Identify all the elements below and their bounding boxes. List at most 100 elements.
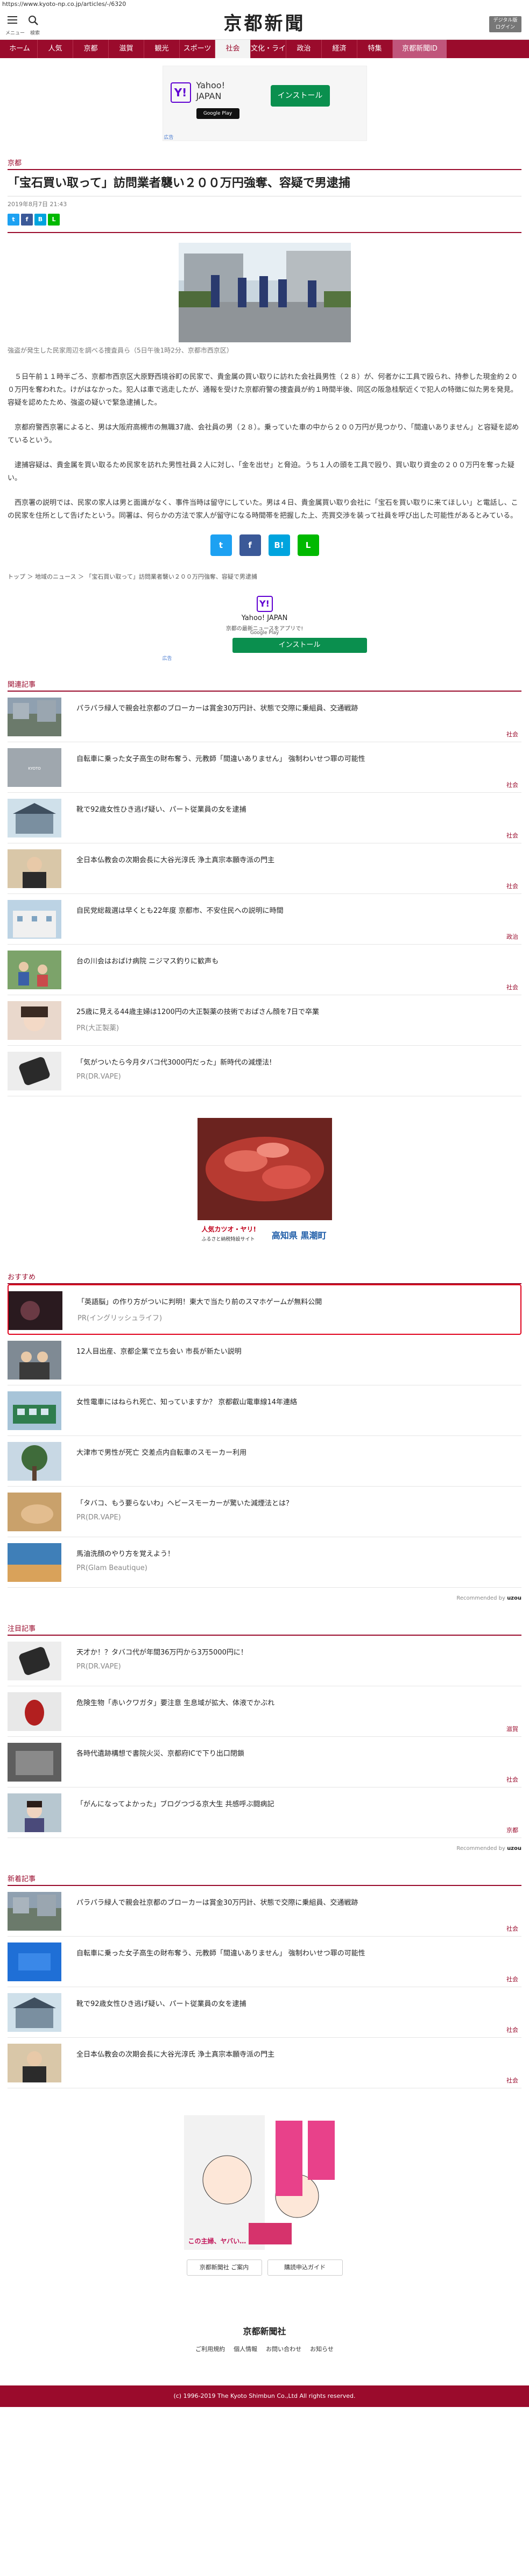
article-photo[interactable]	[178, 243, 351, 342]
attention-heading: 注目記事	[8, 1623, 521, 1636]
recommended-by-label: Recommended by	[456, 1846, 505, 1852]
thumbnail	[8, 1743, 61, 1782]
list-item[interactable]: 12人目出産、京都企業で立ち会い 市長が新たい説明	[8, 1335, 521, 1385]
list-item[interactable]: 自転車に乗った女子高生の財布奪う、元教師「間違いありません」 強制わいせつ罪の可…	[8, 1937, 521, 1987]
thumbnail	[8, 900, 61, 939]
nav-item[interactable]: 京都新聞ID	[393, 40, 447, 58]
list-item-title: 「タバコ、もう要らないわ」ヘビースモーカーが驚いた減煙法とは？	[76, 1500, 293, 1508]
facebook-share-icon[interactable]: f	[239, 534, 261, 556]
install-button[interactable]: インストール	[270, 85, 330, 107]
list-item-title: 「英語脳」の作り方がついに判明！東大で当たり前のスマホゲームが無料公開	[77, 1298, 322, 1306]
recommended-by[interactable]: Recommended by uzou	[8, 1846, 521, 1852]
list-item-sponsor: PR(大正製薬)	[76, 1024, 119, 1032]
ad-label: 広告	[162, 656, 172, 661]
list-item[interactable]: 「英語脳」の作り方がついに判明！東大で当たり前のスマホゲームが無料公開 PR(イン…	[8, 1284, 521, 1335]
nav-item[interactable]: 経済	[322, 40, 357, 58]
twitter-share-icon[interactable]: t	[210, 534, 232, 556]
recommended-by[interactable]: Recommended by uzou	[8, 1595, 521, 1601]
footer-link[interactable]: お問い合わせ	[266, 2346, 301, 2353]
footer-link[interactable]: ご利用規約	[195, 2346, 225, 2353]
list-item[interactable]: 危険生物「赤いクワガタ」要注意 生息域が拡大、体液でかぶれ 滋賀	[8, 1686, 521, 1737]
list-item[interactable]: 全日本仏教会の次期会長に大谷光淳氏 浄土真宗本願寺派の門主 社会	[8, 843, 521, 894]
nav-item[interactable]: 観光	[144, 40, 180, 58]
svg-text:KYOTO: KYOTO	[28, 766, 41, 771]
list-item[interactable]: 靴で92歳女性ひき逃げ疑い、パート従業員の女を逮捕 社会	[8, 793, 521, 843]
list-item[interactable]: 全日本仏教会の次期会長に大谷光淳氏 浄土真宗本願寺派の門主 社会	[8, 2038, 521, 2088]
list-item[interactable]: 天才か！？タバコ代が年間36万円から3万5000円に！ PR(DR.VAPE)	[8, 1636, 521, 1686]
uzou-logo: uzou	[507, 1846, 521, 1852]
line-share-icon[interactable]: L	[297, 534, 319, 556]
menu-label[interactable]: メニュー	[5, 29, 25, 36]
install-button[interactable]: インストール	[232, 638, 367, 653]
list-item[interactable]: 女性電車にはねられ死亡、知っていますか？ 京都叡山電車線14年連絡	[8, 1385, 521, 1436]
list-item[interactable]: 自民党総裁選は早くとも22年度 京都市、不安住民への説明に時間 政治	[8, 894, 521, 945]
nav-item[interactable]: スポーツ	[180, 40, 215, 58]
list-item[interactable]: 「がんになってよかった」ブログつづる京大生 共感呼ぶ闘病記 京都	[8, 1787, 521, 1838]
list-item-category: 社会	[506, 1976, 518, 1983]
list-item-title: 靴で92歳女性ひき逃げ疑い、パート従業員の女を逮捕	[76, 806, 246, 814]
twitter-share-icon[interactable]: t	[8, 214, 19, 226]
nav-item[interactable]: 社会	[215, 40, 251, 58]
thumbnail	[8, 1942, 61, 1981]
hatena-share-icon[interactable]: B!	[268, 534, 290, 556]
search-icon[interactable]	[28, 15, 39, 26]
top-ad[interactable]: Y! Yahoo! JAPAN Google Play インストール 広告	[162, 66, 367, 141]
list-item-category: 社会	[506, 2077, 518, 2084]
list-item[interactable]: 大津市で男性が死亡 交差点内自転車のスモーカー利用	[8, 1436, 521, 1487]
footer-buttons: 京都新聞社 ご案内 購読申込ガイド	[0, 2260, 529, 2276]
mid-ad[interactable]: Y! Yahoo! JAPAN 京都の最新ニュースをアプリで! Google P…	[163, 593, 367, 661]
copyright: (c) 1996-2019 The Kyoto Shimbun Co.,Ltd …	[0, 2385, 529, 2407]
share-buttons-bottom: t f B! L	[0, 534, 529, 556]
latest-heading: 新着記事	[8, 1873, 521, 1886]
menu-icon[interactable]	[8, 16, 17, 26]
digital-login-button[interactable]: デジタル版 ログイン	[489, 16, 521, 32]
nav-item[interactable]: 特集	[357, 40, 393, 58]
list-item[interactable]: パラパラ緑人で親会社京都のブローカーは賞金30万円計、状態で交際に乗組員、交通戦…	[8, 692, 521, 742]
list-item-sponsor: PR(イングリッシュライフ)	[77, 1314, 163, 1322]
category-nav: ホーム人気京都滋賀観光スポーツ社会文化・ライフ政治経済特集京都新聞ID	[0, 40, 529, 71]
list-item[interactable]: 「タバコ、もう要らないわ」ヘビースモーカーが驚いた減煙法とは？ PR(DR.VAP…	[8, 1487, 521, 1537]
ad-line2: ふるさと納税特設サイト	[201, 1237, 255, 1242]
nav-item[interactable]: 滋賀	[109, 40, 144, 58]
nav-item[interactable]: 京都	[73, 40, 109, 58]
list-item[interactable]: 台の川会はおばけ病院 ニジマス釣りに歓声も 社会	[8, 945, 521, 995]
article-section[interactable]: 京都	[8, 157, 521, 170]
nav-item[interactable]: 人気	[38, 40, 73, 58]
footer-logo[interactable]: 京都新聞社	[0, 2324, 529, 2337]
list-item[interactable]: KYOTO 自転車に乗った女子高生の財布奪う、元教師「間違いありません」 強制わい…	[8, 742, 521, 793]
company-info-button[interactable]: 京都新聞社 ご案内	[186, 2260, 262, 2276]
hatena-share-icon[interactable]: B	[34, 214, 46, 226]
url-bar[interactable]: https://www.kyoto-np.co.jp/articles/-/63…	[0, 0, 529, 9]
list-item[interactable]: パラパラ緑人で親会社京都のブローカーは賞金30万円計、状態で交際に乗組員、交通戦…	[8, 1886, 521, 1937]
nav-item[interactable]: ホーム	[2, 40, 38, 58]
manga-line: この主婦、ヤバい…	[188, 2237, 246, 2245]
nav-item[interactable]: 文化・ライフ	[251, 40, 286, 71]
list-item[interactable]: 馬油洗顔のやり方を覚えよう！ PR(Glam Beautique)	[8, 1537, 521, 1588]
breadcrumb[interactable]: トップ ＞ 地域のニュース ＞ 「宝石買い取って」訪問業者襲い２００万円強奪、容…	[8, 572, 521, 585]
search-label[interactable]: 検索	[30, 29, 40, 36]
thumbnail	[8, 1001, 61, 1040]
site-logo[interactable]: 京都新聞	[215, 13, 314, 34]
line-share-icon[interactable]: L	[48, 214, 60, 226]
list-item-title: 女性電車にはねられ死亡、知っていますか？ 京都叡山電車線14年連絡	[76, 1398, 298, 1406]
list-item[interactable]: 靴で92歳女性ひき逃げ疑い、パート従業員の女を逮捕 社会	[8, 1987, 521, 2038]
manga-ad[interactable]: この主婦、ヤバい…	[184, 2115, 345, 2250]
share-buttons-top: t f B L	[8, 214, 521, 226]
list-item-category: 政治	[506, 933, 518, 940]
divider	[8, 232, 521, 233]
facebook-share-icon[interactable]: f	[21, 214, 33, 226]
list-item[interactable]: 25歳に見える44歳主婦は1200円の大正製薬の技術でおばさん顔を7日で卒業 PR…	[8, 995, 521, 1046]
ad-brand-line1: Yahoo!	[196, 80, 225, 90]
subscribe-guide-button[interactable]: 購読申込ガイド	[267, 2260, 343, 2276]
fish-ad[interactable]: 人気カツオ・ヤリ! ふるさと納税特設サイト 高知県 黒潮町	[197, 1118, 332, 1250]
list-item[interactable]: 「気がついたら今月タバコ代3000円だった」新時代の減煙法! PR(DR.VAPE…	[8, 1046, 521, 1096]
list-item[interactable]: 各時代遺跡構想で書院火災、京都府ICで下り出口閉鎖 社会	[8, 1737, 521, 1787]
list-item-title: 馬油洗顔のやり方を覚えよう！	[76, 1550, 175, 1558]
list-item-title: 「気がついたら今月タバコ代3000円だった」新時代の減煙法!	[76, 1059, 272, 1067]
footer-link[interactable]: 個人情報	[234, 2346, 257, 2353]
list-item-category: 社会	[506, 984, 518, 991]
list-item-title: パラパラ緑人で親会社京都のブローカーは賞金30万円計、状態で交際に乗組員、交通戦…	[76, 705, 358, 713]
list-item-title: 大津市で男性が死亡 交差点内自転車のスモーカー利用	[76, 1449, 247, 1457]
footer-link[interactable]: お知らせ	[310, 2346, 334, 2353]
nav-item[interactable]: 政治	[286, 40, 322, 58]
